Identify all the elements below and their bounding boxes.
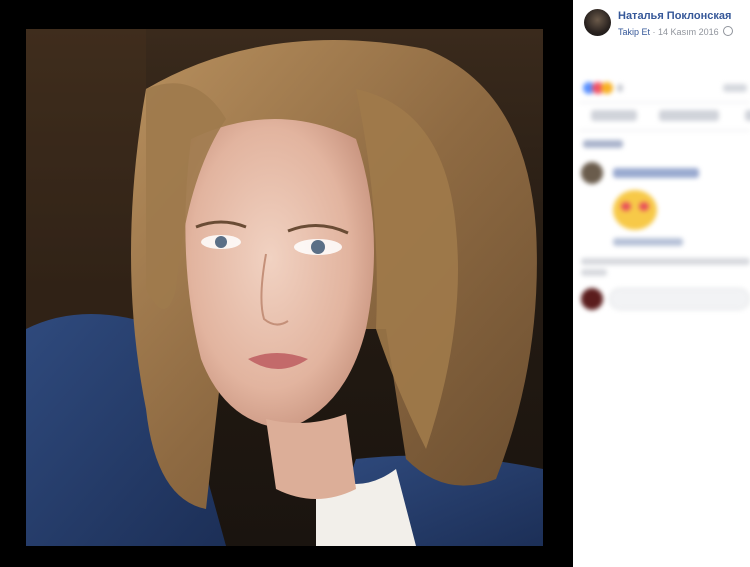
post-meta: Takip Et · 14 Kasım 2016 bbox=[618, 26, 734, 37]
divider bbox=[579, 130, 750, 131]
commenter-name bbox=[613, 168, 699, 178]
globe-icon bbox=[723, 26, 734, 36]
share-action bbox=[745, 110, 750, 121]
divider bbox=[579, 102, 750, 103]
comment-sticker bbox=[609, 188, 659, 230]
comment-notice bbox=[581, 258, 750, 265]
post-date[interactable]: 14 Kasım 2016 bbox=[658, 27, 719, 37]
post-side-panel: Наталья Поклонская Takip Et · 14 Kasım 2… bbox=[573, 0, 750, 567]
post-photo[interactable] bbox=[26, 29, 543, 546]
comment-input bbox=[609, 288, 750, 310]
author-name[interactable]: Наталья Поклонская bbox=[618, 10, 731, 22]
reaction-count bbox=[617, 84, 623, 92]
portrait-image bbox=[26, 29, 543, 546]
follow-link[interactable]: Takip Et bbox=[618, 27, 650, 37]
comment-filter bbox=[583, 140, 623, 148]
author-avatar[interactable] bbox=[584, 9, 611, 36]
comment-actions bbox=[613, 238, 683, 246]
meta-separator: · bbox=[652, 27, 656, 37]
photo-viewer bbox=[0, 0, 573, 567]
like-action bbox=[591, 110, 637, 121]
reaction-icons bbox=[583, 82, 613, 94]
comment-notice bbox=[581, 269, 607, 276]
commenter-avatar bbox=[581, 162, 603, 184]
viewer-avatar bbox=[581, 288, 603, 310]
comment-action bbox=[659, 110, 719, 121]
blurred-content bbox=[573, 70, 750, 330]
share-count bbox=[723, 84, 747, 92]
